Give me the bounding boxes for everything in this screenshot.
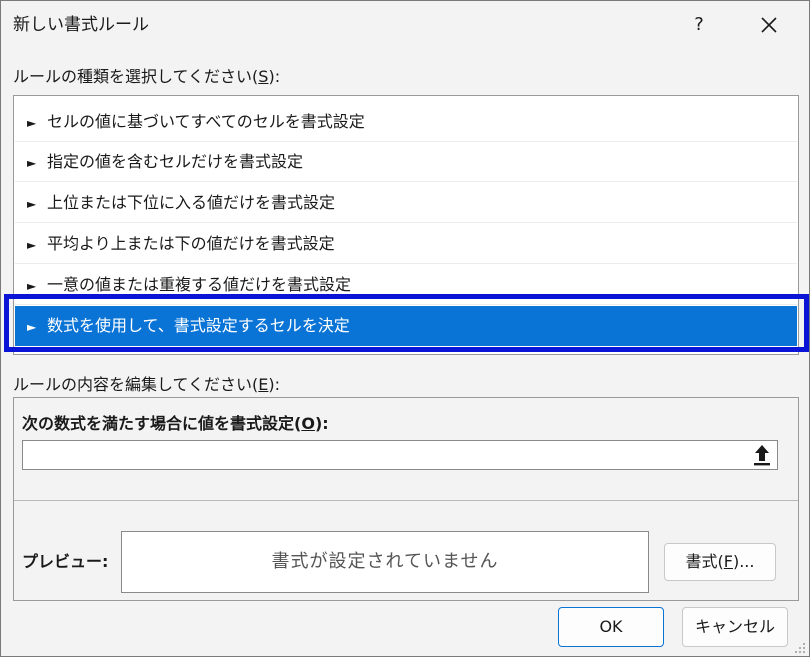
- new-format-rule-dialog: 新しい書式ルール ? ルールの種類を選択してください(S): ► セルの値に基づい…: [0, 0, 810, 657]
- edit-rule-label: ルールの内容を編集してください(E):: [13, 375, 280, 395]
- ok-button[interactable]: OK: [558, 607, 664, 647]
- triangle-right-icon: ►: [27, 320, 37, 334]
- dialog-title: 新しい書式ルール: [13, 15, 149, 35]
- edit-rule-panel: 次の数式を満たす場合に値を書式設定(O): プレビュー: 書式が設定されていませ…: [13, 397, 799, 601]
- format-button-key: F: [723, 552, 733, 571]
- triangle-right-icon: ►: [27, 279, 37, 293]
- rule-type-list[interactable]: ► セルの値に基づいてすべてのセルを書式設定 ► 指定の値を含むセルだけを書式設定 …: [13, 95, 799, 355]
- help-button[interactable]: ?: [677, 7, 721, 43]
- format-button-text: 書式(: [685, 552, 724, 571]
- rule-type-item[interactable]: ► 一意の値または重複する値だけを書式設定: [15, 265, 797, 305]
- format-button-end: )...: [732, 552, 755, 571]
- resize-grip-icon[interactable]: [794, 642, 806, 654]
- triangle-right-icon: ►: [27, 238, 37, 252]
- arrow-up-icon: [754, 445, 770, 466]
- cancel-button[interactable]: キャンセル: [682, 607, 788, 647]
- edit-rule-label-end: ):: [268, 375, 281, 394]
- rule-type-label-end: ):: [268, 67, 281, 86]
- triangle-right-icon: ►: [27, 116, 37, 130]
- rule-type-item-label: セルの値に基づいてすべてのセルを書式設定: [47, 112, 365, 131]
- rule-type-item[interactable]: ► 指定の値を含むセルだけを書式設定: [15, 142, 797, 182]
- format-button[interactable]: 書式(F)...: [664, 543, 776, 581]
- formula-label-text: 次の数式を満たす場合に値を書式設定(: [22, 414, 302, 433]
- formula-label-key: O: [301, 414, 315, 433]
- rule-type-item-label: 一意の値または重複する値だけを書式設定: [47, 275, 352, 294]
- title-bar: 新しい書式ルール ?: [1, 1, 809, 49]
- formula-input[interactable]: [22, 440, 778, 470]
- rule-type-item-label: 上位または下位に入る値だけを書式設定: [47, 193, 336, 212]
- formula-label-end: ):: [314, 414, 329, 433]
- rule-type-item[interactable]: ► 上位または下位に入る値だけを書式設定: [15, 183, 797, 223]
- panel-divider: [14, 500, 798, 501]
- close-button[interactable]: [745, 7, 793, 43]
- rule-type-item-label: 数式を使用して、書式設定するセルを決定: [47, 316, 350, 335]
- rule-type-item-label: 指定の値を含むセルだけを書式設定: [47, 152, 304, 171]
- rule-type-label-key: S: [258, 67, 269, 86]
- rule-type-item-selected[interactable]: ► 数式を使用して、書式設定するセルを決定: [15, 306, 797, 346]
- edit-rule-label-text: ルールの内容を編集してください(: [13, 375, 259, 394]
- rule-type-label-text: ルールの種類を選択してください(: [13, 67, 259, 86]
- collapse-dialog-button[interactable]: [748, 442, 776, 468]
- preview-label: プレビュー:: [22, 552, 109, 571]
- rule-type-item-label: 平均より上または下の値だけを書式設定: [47, 234, 335, 253]
- triangle-right-icon: ►: [27, 197, 37, 211]
- rule-type-item[interactable]: ► セルの値に基づいてすべてのセルを書式設定: [15, 102, 797, 142]
- formula-label: 次の数式を満たす場合に値を書式設定(O):: [22, 414, 329, 434]
- preview-box: 書式が設定されていません: [121, 531, 649, 593]
- close-icon: [761, 17, 777, 33]
- rule-type-label: ルールの種類を選択してください(S):: [13, 67, 280, 87]
- rule-type-item[interactable]: ► 平均より上または下の値だけを書式設定: [15, 224, 797, 264]
- triangle-right-icon: ►: [27, 156, 37, 170]
- edit-rule-label-key: E: [258, 375, 269, 394]
